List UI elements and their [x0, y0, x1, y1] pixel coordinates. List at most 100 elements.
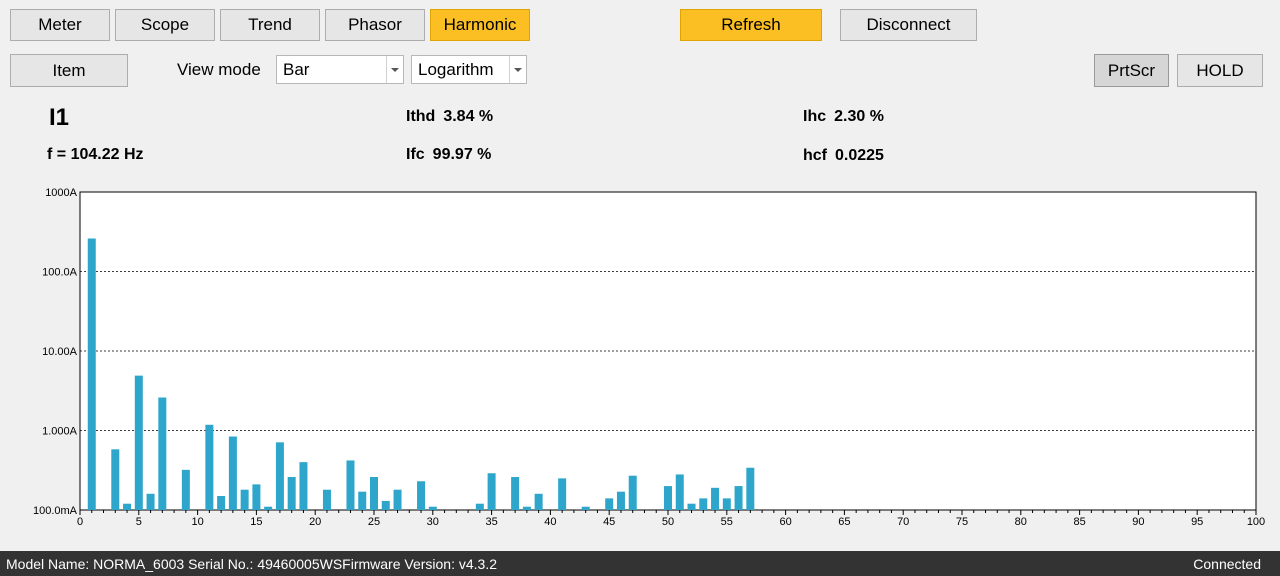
- harmonic-bar: [534, 493, 543, 510]
- x-tick-label: 0: [77, 516, 83, 528]
- x-tick-label: 65: [838, 516, 850, 528]
- x-tick-label: 45: [603, 516, 615, 528]
- harmonic-bar: [205, 424, 214, 510]
- ifc-value: 99.97 %: [432, 146, 492, 163]
- x-tick-label: 60: [779, 516, 791, 528]
- x-tick-label: 75: [956, 516, 968, 528]
- hcf-value: 0.0225: [835, 147, 884, 164]
- tab-phasor[interactable]: Phasor: [325, 9, 425, 41]
- harmonic-bar: [370, 477, 378, 510]
- harmonic-bar: [675, 474, 684, 510]
- chevron-down-icon[interactable]: [386, 56, 403, 83]
- chevron-down-icon[interactable]: [509, 56, 526, 83]
- harmonic-bar: [734, 486, 743, 510]
- harmonic-bar: [299, 462, 308, 510]
- harmonic-bar: [158, 397, 167, 510]
- x-tick-label: 5: [136, 516, 142, 528]
- harmonic-bar: [417, 481, 426, 510]
- frequency-value: f = 104.22 Hz: [47, 146, 144, 163]
- hcf-reading: hcf 0.0225: [803, 147, 884, 165]
- harmonic-bar: [322, 489, 331, 510]
- harmonic-bar: [428, 506, 437, 510]
- item-button[interactable]: Item: [10, 54, 128, 87]
- harmonic-bar: [664, 486, 672, 510]
- ithd-value: 3.84 %: [443, 108, 494, 125]
- ithd-label: Ithd: [406, 108, 436, 125]
- x-tick-label: 35: [485, 516, 497, 528]
- channel-label: I1: [49, 104, 70, 131]
- x-tick-label: 55: [721, 516, 733, 528]
- harmonic-bar-chart: 100.0mA 1.000A 10.00A 100.0A 1000A 0 5 10 15 20 25…: [33, 187, 1265, 528]
- device-info: Model Name: NORMA_6003 Serial No.: 49460…: [6, 556, 497, 572]
- status-bar: Model Name: NORMA_6003 Serial No.: 49460…: [0, 551, 1280, 576]
- harmonic-bar: [511, 477, 520, 510]
- harmonic-bar: [217, 496, 226, 510]
- x-tick-label: 85: [1073, 516, 1085, 528]
- view-mode-value: Bar: [283, 59, 310, 79]
- tab-meter[interactable]: Meter: [10, 9, 110, 41]
- harmonic-bar: [252, 484, 261, 510]
- harmonic-bar: [393, 489, 402, 510]
- harmonic-bar: [146, 493, 155, 510]
- x-tick-label: 70: [897, 516, 909, 528]
- harmonic-bar: [240, 489, 249, 510]
- scale-value: Logarithm: [418, 59, 494, 79]
- harmonic-bar: [346, 460, 355, 510]
- x-tick-label: 15: [250, 516, 262, 528]
- ihc-value: 2.30 %: [834, 108, 884, 125]
- x-tick-label: 20: [309, 516, 321, 528]
- x-tick-label: 30: [427, 516, 439, 528]
- harmonic-bar: [616, 491, 625, 510]
- x-tick-label: 90: [1132, 516, 1144, 528]
- harmonic-bar: [134, 375, 143, 510]
- harmonic-bar: [699, 498, 708, 510]
- prtscr-button[interactable]: PrtScr: [1094, 54, 1169, 87]
- y-tick-label: 1000A: [45, 187, 77, 199]
- connection-status: Connected: [1193, 556, 1261, 572]
- harmonic-bar: [287, 477, 296, 510]
- ifc-reading: Ifc 99.97 %: [406, 146, 491, 164]
- harmonic-bar: [522, 506, 531, 510]
- tab-trend[interactable]: Trend: [220, 9, 320, 41]
- harmonic-bar: [358, 491, 367, 510]
- hold-button[interactable]: HOLD: [1177, 54, 1263, 87]
- x-tick-label: 100: [1247, 516, 1265, 528]
- tab-scope[interactable]: Scope: [115, 9, 215, 41]
- harmonic-bar: [228, 436, 237, 510]
- y-tick-label: 1.000A: [42, 426, 78, 438]
- harmonic-bar: [605, 498, 614, 510]
- view-mode-select[interactable]: Bar: [276, 55, 404, 84]
- harmonic-bar: [722, 498, 731, 510]
- view-mode-label: View mode: [177, 60, 261, 79]
- ithd-reading: Ithd 3.84 %: [406, 108, 493, 126]
- harmonic-bar: [123, 503, 132, 510]
- hcf-label: hcf: [803, 147, 827, 164]
- harmonic-bar: [381, 500, 390, 510]
- harmonic-bar: [475, 503, 484, 510]
- harmonic-bar: [558, 478, 567, 510]
- ihc-label: Ihc: [803, 108, 827, 125]
- y-tick-label: 100.0A: [42, 267, 78, 279]
- refresh-button[interactable]: Refresh: [680, 9, 822, 41]
- harmonic-bar: [711, 487, 720, 510]
- harmonic-bar: [275, 442, 284, 510]
- tab-harmonic[interactable]: Harmonic: [430, 9, 530, 41]
- x-tick-label: 10: [191, 516, 203, 528]
- x-tick-label: 25: [368, 516, 380, 528]
- y-tick-label: 100.0mA: [33, 505, 78, 517]
- harmonic-bar: [687, 503, 696, 510]
- x-tick-label: 95: [1191, 516, 1203, 528]
- x-tick-label: 80: [1015, 516, 1027, 528]
- y-tick-label: 10.00A: [42, 346, 78, 358]
- harmonic-bar: [628, 475, 637, 510]
- harmonic-bar: [111, 449, 120, 510]
- harmonic-bar: [181, 469, 190, 510]
- x-tick-label: 40: [544, 516, 556, 528]
- scale-select[interactable]: Logarithm: [411, 55, 527, 84]
- ifc-label: Ifc: [406, 146, 425, 163]
- harmonic-bar: [87, 238, 96, 510]
- disconnect-button[interactable]: Disconnect: [840, 9, 977, 41]
- harmonic-bar: [487, 473, 496, 510]
- harmonic-bar: [581, 506, 590, 510]
- harmonic-bar: [746, 467, 755, 510]
